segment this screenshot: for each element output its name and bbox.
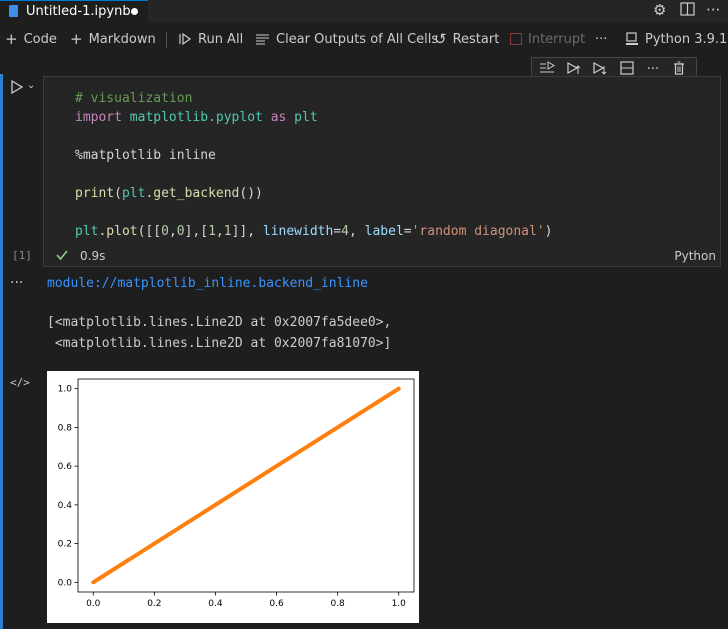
gear-icon[interactable]: ⚙ <box>653 2 666 18</box>
code-function: .get_backend <box>145 186 240 201</box>
code-alias: plt <box>75 224 99 239</box>
run-all-icon <box>179 32 192 46</box>
x-tick-label: 0.0 <box>86 599 101 609</box>
code-punct: ( <box>114 186 122 201</box>
x-tick-label: 0.6 <box>269 599 284 609</box>
code-cell[interactable]: # visualization import matplotlib.pyplot… <box>43 76 721 267</box>
plot-output: 0.0 0.2 0.4 0.6 0.8 1.0 0.0 0.2 0.4 0.6 0.8 1.0 <box>47 371 419 623</box>
stop-icon <box>510 33 522 45</box>
tab-bar: Untitled-1.ipynb ⚙ ··· <box>0 0 728 22</box>
code-punct: = <box>403 224 412 239</box>
kernel-picker-button[interactable]: Python 3.9.12 <box>625 26 728 52</box>
code-punct: ([[ <box>137 224 162 239</box>
toolbar-more-icon[interactable]: ··· <box>595 26 607 52</box>
run-all-label: Run All <box>198 31 244 47</box>
plus-icon: + <box>70 30 83 48</box>
code-alias: plt <box>294 110 318 125</box>
code-number: 0 <box>176 224 185 239</box>
success-check-icon <box>56 250 68 261</box>
y-tick-label: 0.6 <box>58 462 73 472</box>
y-tick-label: 0.0 <box>58 578 73 588</box>
interrupt-label: Interrupt <box>528 31 586 47</box>
add-markdown-button[interactable]: + Markdown <box>70 26 156 52</box>
code-punct: ) <box>544 224 553 239</box>
code-param: label <box>364 224 404 239</box>
tab-title: Untitled-1.ipynb <box>26 4 131 19</box>
code-param: linewidth <box>262 224 334 239</box>
code-punct: , <box>168 224 177 239</box>
code-punct: , <box>215 224 224 239</box>
series-line <box>91 386 401 585</box>
more-actions-icon[interactable]: ··· <box>706 2 720 18</box>
code-punct: ],[ <box>184 224 209 239</box>
cell-focus-bar <box>0 74 3 629</box>
code-keyword: as <box>270 110 287 125</box>
code-number: 0 <box>161 224 169 239</box>
code-punct: ]], <box>231 224 263 239</box>
code-number: 1 <box>208 224 216 239</box>
code-editor[interactable]: # visualization import matplotlib.pyplot… <box>75 89 553 241</box>
code-module: matplotlib.pyplot <box>129 110 263 125</box>
toolbar-divider <box>166 32 167 48</box>
x-tick-label: 0.2 <box>147 599 161 609</box>
cell-language[interactable]: Python <box>674 249 716 263</box>
x-tick-label: 0.4 <box>208 599 223 609</box>
split-editor-icon[interactable] <box>680 2 695 19</box>
y-tick-label: 0.8 <box>58 423 73 433</box>
notebook-toolbar: + Code + Markdown Run All Clear Outputs … <box>0 26 728 54</box>
lines-output-1: [<matplotlib.lines.Line2D at 0x2007fa5de… <box>47 315 392 330</box>
kernel-icon <box>626 32 638 45</box>
unsaved-dot-icon[interactable] <box>131 8 138 15</box>
add-code-label: Code <box>23 31 57 47</box>
code-magic: %matplotlib inline <box>75 148 216 163</box>
add-markdown-label: Markdown <box>88 31 156 47</box>
line-chart: 0.0 0.2 0.4 0.6 0.8 1.0 0.0 0.2 0.4 0.6 0.8 1.0 <box>58 378 415 609</box>
y-tick-label: 1.0 <box>58 385 73 395</box>
execution-count: [1] <box>12 249 32 262</box>
lines-output-2: <matplotlib.lines.Line2D at 0x2007fa8107… <box>47 336 392 351</box>
clear-outputs-label: Clear Outputs of All Cells <box>276 31 439 47</box>
code-alias: plt <box>121 186 146 201</box>
x-tick-label: 0.8 <box>330 599 345 609</box>
code-punct: ()) <box>239 186 263 201</box>
clear-outputs-button[interactable]: Clear Outputs of All Cells <box>255 26 438 52</box>
restart-icon: ↺ <box>434 30 447 48</box>
code-function: print <box>75 186 115 201</box>
interrupt-button[interactable]: Interrupt <box>510 26 585 52</box>
x-tick-label: 1.0 <box>392 599 407 609</box>
execution-time: 0.9s <box>80 249 106 263</box>
code-punct: = <box>333 224 342 239</box>
output-more-icon[interactable]: ··· <box>10 275 23 291</box>
plus-icon: + <box>5 30 18 48</box>
notebook-file-icon <box>9 5 18 17</box>
code-string: 'random diagonal' <box>411 224 545 239</box>
code-keyword: import <box>75 110 122 125</box>
code-punct: , <box>348 224 365 239</box>
run-all-button[interactable]: Run All <box>178 26 243 52</box>
y-tick-label: 0.2 <box>58 540 72 550</box>
y-tick-label: 0.4 <box>58 501 73 511</box>
restart-label: Restart <box>452 31 500 47</box>
code-number: 1 <box>223 224 232 239</box>
code-function: .plot <box>98 224 138 239</box>
chevron-down-icon[interactable]: ⌄ <box>27 80 35 91</box>
restart-button[interactable]: ↺ Restart <box>434 26 499 52</box>
code-comment: # visualization <box>75 91 193 106</box>
code-number: 4 <box>341 224 349 239</box>
kernel-label: Python 3.9.12 <box>645 31 728 47</box>
editor-tab[interactable]: Untitled-1.ipynb <box>0 0 148 22</box>
code-output-icon[interactable]: </> <box>10 376 30 389</box>
add-code-button[interactable]: + Code <box>5 26 57 52</box>
clear-all-icon <box>256 34 269 45</box>
backend-output: module://matplotlib_inline.backend_inlin… <box>47 276 368 291</box>
run-cell-icon[interactable] <box>10 80 24 94</box>
